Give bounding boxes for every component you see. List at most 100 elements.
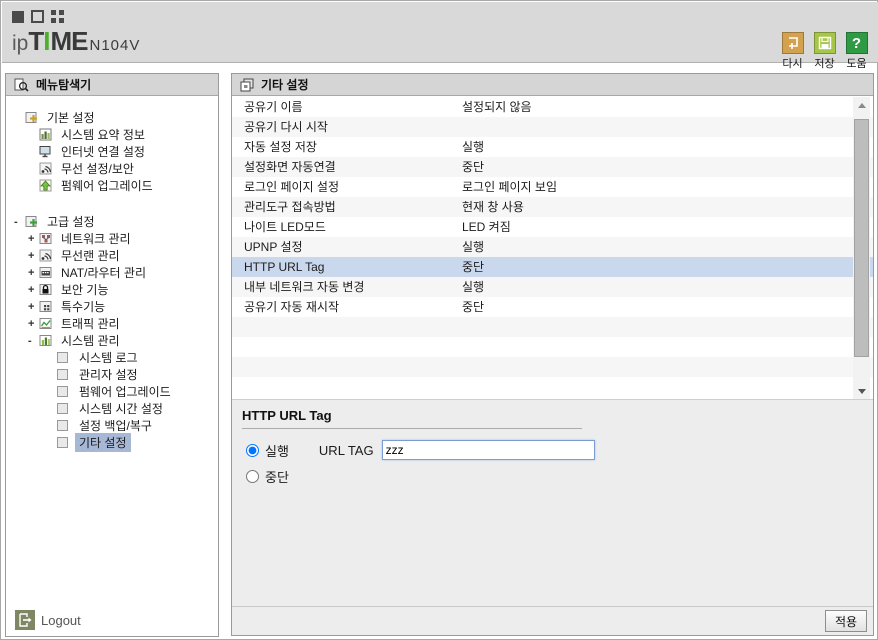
sidebar-item-traffic-management[interactable]: +트래픽 관리 (6, 315, 218, 332)
tree-toggle-icon[interactable]: - (14, 216, 25, 228)
tree-toggle-icon[interactable]: + (28, 284, 39, 296)
settings-row[interactable]: 공유기 자동 재시작중단 (232, 297, 873, 317)
antenna-icon (39, 249, 53, 262)
form-title: HTTP URL Tag (242, 408, 582, 429)
settings-table: 공유기 이름설정되지 않음공유기 다시 시작자동 설정 저장실행설정화면 자동연… (232, 97, 873, 399)
setting-label: UPNP 설정 (232, 237, 462, 257)
settings-row[interactable]: 공유기 다시 시작 (232, 117, 873, 137)
settings-row-empty (232, 337, 873, 357)
scroll-down-button[interactable] (853, 383, 870, 399)
logo-ip: ip (12, 32, 28, 55)
setting-value (462, 117, 873, 137)
network-icon (39, 232, 53, 245)
sidebar-item-advanced-settings[interactable]: -고급 설정 (6, 213, 218, 230)
setting-value: 중단 (462, 297, 873, 317)
setting-value: 중단 (462, 157, 873, 177)
router-icon (39, 266, 53, 279)
settings-row[interactable]: HTTP URL Tag중단 (232, 257, 873, 277)
settings-row[interactable]: 내부 네트워크 자동 변경실행 (232, 277, 873, 297)
setting-value (462, 377, 873, 397)
question-icon: ? (846, 32, 868, 54)
leaf-square-icon (57, 436, 71, 449)
sidebar-item-internet-connection[interactable]: 인터넷 연결 설정 (6, 143, 218, 160)
folder-plus-green-icon (25, 215, 39, 228)
traffic-icon (39, 317, 53, 330)
setting-label (232, 317, 462, 337)
leaf-square-icon (57, 351, 71, 364)
sidebar-item-system-time[interactable]: 시스템 시간 설정 (6, 400, 218, 417)
tree-toggle-icon[interactable]: + (28, 301, 39, 313)
sidebar-item-firmware-upgrade-2[interactable]: 펌웨어 업그레이드 (6, 383, 218, 400)
setting-value (462, 317, 873, 337)
sidebar-item-network-management[interactable]: +네트워크 관리 (6, 230, 218, 247)
outline-square-icon[interactable] (31, 10, 44, 23)
brand-logo: ipTIMEN104V (12, 26, 140, 61)
settings-row[interactable]: 로그인 페이지 설정로그인 페이지 보임 (232, 177, 873, 197)
run-radio-label: 실행 (265, 441, 289, 460)
sidebar-item-backup-restore[interactable]: 설정 백업/복구 (6, 417, 218, 434)
save-button[interactable]: 저장 (811, 32, 838, 71)
table-scrollbar[interactable] (853, 97, 870, 399)
sidebar-item-security-features[interactable]: +보안 기능 (6, 281, 218, 298)
arrow-up-icon (39, 179, 53, 192)
chart-bars-icon (39, 128, 53, 141)
settings-row[interactable]: 자동 설정 저장실행 (232, 137, 873, 157)
scrollbar-thumb[interactable] (854, 119, 869, 357)
help-button[interactable]: ? 도움 (843, 32, 870, 71)
run-option-row: 실행 URL TAG (242, 440, 863, 460)
setting-label (232, 377, 462, 397)
sidebar-item-system-summary[interactable]: 시스템 요약 정보 (6, 126, 218, 143)
stop-radio[interactable] (246, 470, 259, 483)
tree-toggle-icon[interactable]: + (28, 267, 39, 279)
filled-square-icon[interactable] (12, 11, 24, 23)
sidebar-item-system-management[interactable]: -시스템 관리 (6, 332, 218, 349)
sidebar-item-wireless-security[interactable]: 무선 설정/보안 (6, 160, 218, 177)
setting-value (462, 337, 873, 357)
sidebar-item-wlan-management[interactable]: +무선랜 관리 (6, 247, 218, 264)
sidebar-item-firmware-upgrade[interactable]: 펌웨어 업그레이드 (6, 177, 218, 194)
settings-row[interactable]: UPNP 설정실행 (232, 237, 873, 257)
reset-button[interactable]: 다시 (779, 32, 806, 71)
menu-explorer-icon (14, 78, 29, 92)
settings-row[interactable]: 설정화면 자동연결중단 (232, 157, 873, 177)
leaf-square-icon (57, 385, 71, 398)
setting-label: 공유기 다시 시작 (232, 117, 462, 137)
scroll-up-button[interactable] (853, 97, 870, 113)
url-tag-input[interactable] (382, 440, 595, 460)
tree-toggle-icon[interactable]: - (28, 335, 39, 347)
settings-row[interactable]: 공유기 이름설정되지 않음 (232, 97, 873, 117)
setting-label: 설정화면 자동연결 (232, 157, 462, 177)
monitor-icon (39, 145, 53, 158)
sys-chart-icon (39, 334, 53, 347)
setting-label: HTTP URL Tag (232, 257, 462, 277)
tree-toggle-icon[interactable]: + (28, 233, 39, 245)
bottom-bar: 적용 (232, 606, 873, 635)
sidebar-item-basic-settings[interactable]: 기본 설정 (6, 109, 218, 126)
sidebar-item-nat-router[interactable]: +NAT/라우터 관리 (6, 264, 218, 281)
tree-toggle-icon[interactable]: + (28, 318, 39, 330)
sidebar-item-admin-settings[interactable]: 관리자 설정 (6, 366, 218, 383)
settings-row[interactable]: 관리도구 접속방법현재 창 사용 (232, 197, 873, 217)
run-radio[interactable] (246, 444, 259, 457)
url-tag-field-label: URL TAG (319, 443, 374, 458)
sidebar-header: 메뉴탐색기 (6, 74, 218, 96)
setting-value (462, 357, 873, 377)
setting-value: 로그인 페이지 보임 (462, 177, 873, 197)
sidebar-item-special-functions[interactable]: +특수기능 (6, 298, 218, 315)
tree-toggle-icon[interactable]: + (28, 250, 39, 262)
sidebar-item-misc-settings[interactable]: 기타 설정 (6, 434, 218, 451)
settings-row[interactable]: 나이트 LED모드LED 켜짐 (232, 217, 873, 237)
return-arrow-icon (782, 32, 804, 54)
sidebar-item-system-log[interactable]: 시스템 로그 (6, 349, 218, 366)
grid-squares-icon[interactable] (51, 10, 64, 23)
setting-label: 자동 설정 저장 (232, 137, 462, 157)
menu-tree: 기본 설정시스템 요약 정보인터넷 연결 설정무선 설정/보안펌웨어 업그레이드… (6, 96, 218, 451)
leaf-square-icon (57, 368, 71, 381)
apply-button[interactable]: 적용 (825, 610, 867, 632)
logo-me: ME (50, 26, 87, 56)
lock-icon (39, 283, 53, 296)
logout-button[interactable]: Logout (15, 610, 81, 630)
logout-label: Logout (41, 613, 81, 628)
sidebar-title: 메뉴탐색기 (36, 76, 91, 93)
folder-plus-yellow-icon (25, 111, 39, 124)
